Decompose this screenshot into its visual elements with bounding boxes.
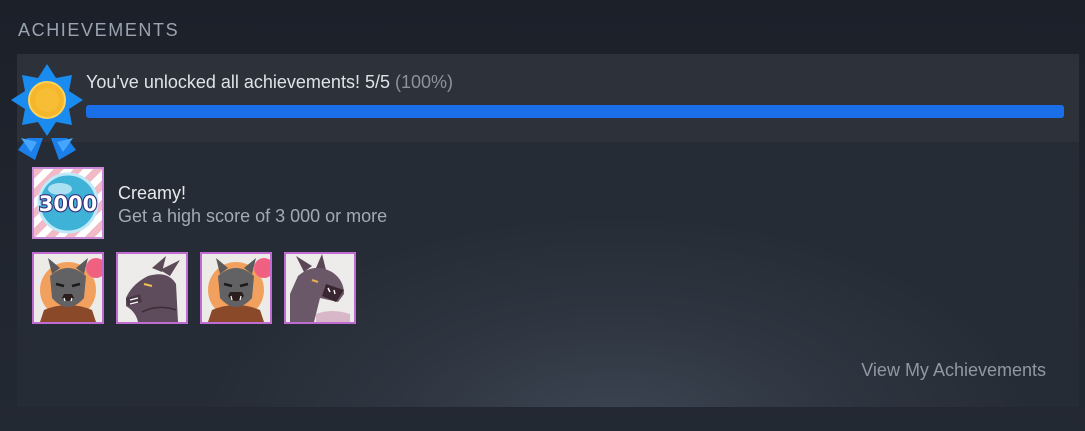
section-title: ACHIEVEMENTS — [18, 20, 180, 40]
achievement-name: Creamy! — [118, 183, 187, 203]
achievement-thumb-1[interactable] — [32, 252, 104, 324]
svg-text:3000: 3000 — [39, 192, 97, 216]
progress-bar — [86, 105, 1064, 118]
gray-wolf-portrait-icon — [202, 254, 270, 322]
summary-text: You've unlocked all achievements! 5/5 — [86, 72, 390, 92]
achievement-3000-icon: 3000 — [32, 167, 104, 239]
achievement-thumb-3[interactable] — [200, 252, 272, 324]
summary-percent: (100%) — [395, 72, 454, 92]
achievement-description: Get a high score of 3 000 or more — [118, 206, 388, 226]
achievements-panel: You've unlocked all achievements! 5/5 (1… — [11, 54, 1079, 407]
achievement-thumb-4[interactable] — [284, 252, 356, 324]
medal-icon — [11, 64, 83, 160]
achievement-thumb-2[interactable] — [116, 252, 188, 324]
achievements-section: ACHIEVEMENTS You've unlocked all achieve… — [0, 0, 1085, 431]
purple-wolf-howl-icon — [286, 254, 354, 322]
gray-wolf-portrait-icon — [34, 254, 102, 322]
summary-line: You've unlocked all achievements! 5/5 (1… — [86, 72, 453, 93]
purple-wolf-profile-icon — [118, 254, 186, 322]
progress-fill — [86, 105, 1064, 118]
view-my-achievements-link[interactable]: View My Achievements — [861, 360, 1046, 381]
progress-summary: You've unlocked all achievements! 5/5 (1… — [17, 54, 1079, 142]
